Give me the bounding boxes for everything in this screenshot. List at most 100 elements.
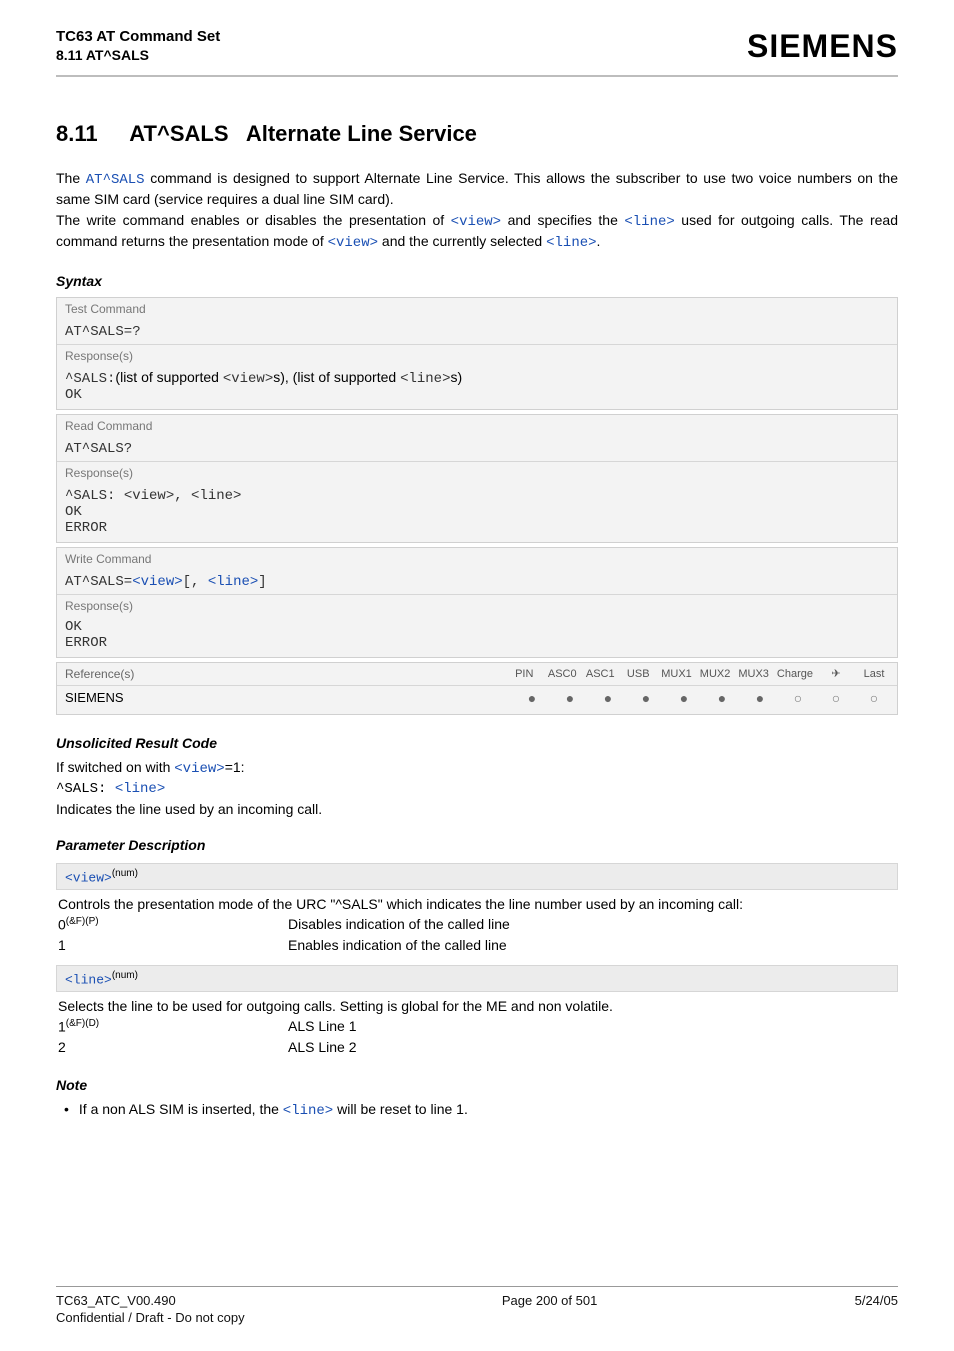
sup: (&F)(D) (66, 1018, 99, 1029)
text: ^SALS: (56, 781, 115, 797)
note-bullet: • If a non ALS SIM is inserted, the <lin… (64, 1101, 898, 1119)
param-value: 1(&F)(D) (58, 1018, 288, 1035)
param-link-line[interactable]: <line> (115, 781, 165, 797)
param-link-view[interactable]: <view> (174, 761, 224, 777)
col-airplane-icon: ✈ (821, 667, 851, 680)
text: The write command enables or disables th… (56, 212, 451, 228)
text: AT^SALS= (65, 574, 132, 590)
note-text: If a non ALS SIM is inserted, the <line>… (79, 1101, 468, 1119)
reference-columns: PIN ASC0 ASC1 USB MUX1 MUX2 MUX3 Charge … (509, 667, 889, 680)
bullet-icon: • (64, 1101, 69, 1119)
footer-left: TC63_ATC_V00.490 Confidential / Draft - … (56, 1293, 245, 1325)
dot-empty-icon (859, 690, 889, 706)
param-line-body: Selects the line to be used for outgoing… (56, 992, 898, 1057)
text: [, (183, 574, 208, 590)
param-line-header: <line>(num) (56, 965, 898, 992)
test-command: AT^SALS=? (57, 320, 897, 344)
text: If switched on with (56, 759, 174, 775)
dot-filled-icon (631, 690, 661, 706)
param-desc: Enables indication of the called line (288, 937, 896, 953)
section-title: Alternate Line Service (246, 121, 477, 146)
text: ^SALS: (65, 371, 115, 387)
col: MUX1 (661, 668, 692, 680)
param-view-header: <view>(num) (56, 863, 898, 890)
section-cmd: AT^SALS (129, 121, 228, 146)
reference-box: Reference(s) PIN ASC0 ASC1 USB MUX1 MUX2… (56, 662, 898, 715)
param-link-view[interactable]: <view> (124, 488, 174, 504)
param-row: 0(&F)(P) Disables indication of the call… (58, 916, 896, 933)
test-command-box: Test Command AT^SALS=? Response(s) ^SALS… (56, 297, 898, 410)
param-link-line[interactable]: <line> (624, 214, 674, 230)
reference-dots (517, 690, 889, 706)
text: s), (list of supported (273, 369, 400, 385)
note-list: • If a non ALS SIM is inserted, the <lin… (56, 1101, 898, 1119)
param-row: 1(&F)(D) ALS Line 1 (58, 1018, 896, 1035)
write-response: OK ERROR (57, 617, 897, 657)
param-view-body: Controls the presentation mode of the UR… (56, 890, 898, 955)
text: and specifies the (501, 212, 624, 228)
param-sup: (num) (112, 970, 138, 981)
label: Response(s) (57, 594, 897, 617)
param-desc-heading: Parameter Description (56, 837, 898, 853)
cmd-link[interactable]: AT^SALS (86, 172, 145, 188)
dot-filled-icon (745, 690, 775, 706)
vendor: SIEMENS (65, 690, 124, 705)
label: Test Command (57, 298, 897, 320)
col: MUX3 (738, 668, 769, 680)
dot-filled-icon (593, 690, 623, 706)
param-value: 1 (58, 937, 288, 953)
col: ASC1 (585, 668, 615, 680)
label: Read Command (57, 415, 897, 437)
param-link-line[interactable]: <line> (400, 371, 450, 387)
param-link-line[interactable]: <line> (191, 488, 241, 504)
col: PIN (509, 668, 539, 680)
text: (list of supported (115, 369, 222, 385)
param-link-view[interactable]: <view> (451, 214, 501, 230)
param-link-view[interactable]: <view> (132, 574, 182, 590)
param-desc: ALS Line 2 (288, 1039, 896, 1055)
reference-header: Reference(s) PIN ASC0 ASC1 USB MUX1 MUX2… (57, 663, 897, 685)
urc-heading: Unsolicited Result Code (56, 735, 898, 751)
col: USB (623, 668, 653, 680)
error: ERROR (65, 520, 889, 536)
col: MUX2 (700, 668, 731, 680)
text: ^SALS: (65, 488, 124, 504)
param-sup: (num) (112, 868, 138, 879)
text: If a non ALS SIM is inserted, the (79, 1101, 283, 1117)
footer-confidential: Confidential / Draft - Do not copy (56, 1310, 245, 1325)
param-link-line[interactable]: <line> (546, 235, 596, 251)
reference-row: SIEMENS (57, 685, 897, 714)
intro-paragraph-2: The write command enables or disables th… (56, 211, 898, 253)
param-link-view[interactable]: <view> (328, 235, 378, 251)
param-name: <view> (65, 870, 112, 885)
read-command-box: Read Command AT^SALS? Response(s) ^SALS:… (56, 414, 898, 543)
dot-empty-icon (783, 690, 813, 706)
param-link-line[interactable]: <line> (283, 1103, 333, 1119)
param-link-line[interactable]: <line> (208, 574, 258, 590)
param-link-view[interactable]: <view> (223, 371, 273, 387)
param-desc: Selects the line to be used for outgoing… (58, 998, 896, 1014)
intro-paragraph-1: The AT^SALS command is designed to suppo… (56, 169, 898, 209)
param-name: <line> (65, 972, 112, 987)
urc-p2: Indicates the line used by an incoming c… (56, 801, 898, 817)
text: 0 (58, 917, 66, 933)
read-response: ^SALS: <view>, <line> OK ERROR (57, 484, 897, 542)
label: Reference(s) (65, 667, 134, 681)
error: ERROR (65, 635, 889, 651)
ok: OK (65, 504, 889, 520)
param-desc: Disables indication of the called line (288, 916, 896, 933)
dot-empty-icon (821, 690, 851, 706)
urc-line: ^SALS: <line> (56, 781, 898, 797)
section-number: 8.11 (56, 121, 124, 147)
col: ASC0 (547, 668, 577, 680)
ok: OK (65, 387, 889, 403)
doc-subtitle: 8.11 AT^SALS (56, 47, 220, 63)
text: 1 (58, 1019, 66, 1035)
text: , (174, 488, 191, 504)
text: command is designed to support Alternate… (56, 170, 898, 207)
col: Charge (777, 668, 813, 680)
syntax-heading: Syntax (56, 273, 898, 289)
text: s) (450, 369, 462, 385)
dot-filled-icon (669, 690, 699, 706)
urc-block: If switched on with <view>=1: ^SALS: <li… (56, 759, 898, 817)
